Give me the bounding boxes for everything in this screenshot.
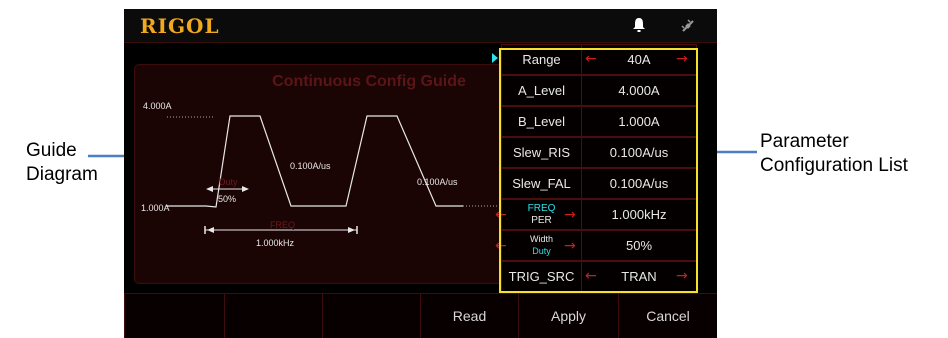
- annotation-line: Parameter: [760, 131, 849, 152]
- duty-value-label: 50%: [218, 194, 236, 204]
- freq-value-label: 1.000kHz: [256, 238, 295, 248]
- param-value[interactable]: 1.000A: [581, 106, 697, 137]
- param-name: Range: [501, 44, 581, 75]
- softkey-bar: Read Apply Cancel: [124, 293, 717, 338]
- apply-button[interactable]: Apply: [518, 293, 618, 338]
- softkey-1[interactable]: [124, 293, 224, 338]
- param-value[interactable]: 0.100A/us: [581, 168, 697, 199]
- param-row-slew-ris[interactable]: Slew_RIS 0.100A/us: [501, 137, 697, 168]
- param-row-trig-src[interactable]: TRIG_SRC TRAN ← →: [501, 261, 697, 292]
- param-name: Slew_FAL: [501, 168, 581, 199]
- arrow-right-icon[interactable]: →: [676, 52, 688, 66]
- param-name: Slew_RIS: [501, 137, 581, 168]
- top-status-bar: RIGOL: [124, 9, 717, 43]
- arrow-left-icon[interactable]: ←: [495, 208, 507, 222]
- plug-icon: [681, 19, 694, 32]
- read-button[interactable]: Read: [420, 293, 518, 338]
- param-row-width-duty[interactable]: Width Duty 50% ← →: [495, 230, 697, 261]
- param-row-slew-fal[interactable]: Slew_FAL 0.100A/us: [501, 168, 697, 199]
- cancel-button[interactable]: Cancel: [618, 293, 717, 338]
- param-name: A_Level: [501, 75, 581, 106]
- arrow-right-icon[interactable]: →: [564, 208, 576, 222]
- duty-caption: Duty: [219, 177, 238, 187]
- arrow-left-icon[interactable]: ←: [495, 239, 507, 253]
- brand-logo: RIGOL: [140, 14, 220, 38]
- instrument-screen: RIGOL Continuous Config Guide 4.000A 1.0…: [124, 9, 717, 338]
- freq-caption: FREQ: [270, 220, 295, 230]
- param-row-freq-per[interactable]: FREQ PER 1.000kHz ← →: [495, 199, 697, 230]
- param-row-range[interactable]: Range 40A ← →: [501, 44, 697, 75]
- param-value[interactable]: 1.000kHz: [581, 199, 697, 230]
- param-name: TRIG_SRC: [501, 261, 581, 292]
- annotation-parameter-list: Parameter Configuration List: [760, 130, 908, 178]
- param-value[interactable]: 4.000A: [581, 75, 697, 106]
- selection-cursor-icon: [492, 53, 498, 63]
- bell-icon[interactable]: [632, 17, 646, 33]
- level-low-label: 1.000A: [141, 203, 170, 213]
- arrow-left-icon[interactable]: ←: [585, 269, 597, 283]
- slew-fall-label: 0.100A/us: [417, 177, 458, 187]
- param-name: B_Level: [501, 106, 581, 137]
- parameter-list: Range 40A ← → A_Level 4.000A B_Level 1.0…: [492, 44, 697, 292]
- level-high-label: 4.000A: [143, 101, 172, 111]
- arrow-right-icon[interactable]: →: [564, 239, 576, 253]
- annotation-line: Configuration List: [760, 155, 908, 176]
- arrow-right-icon[interactable]: →: [676, 269, 688, 283]
- softkey-3[interactable]: [322, 293, 420, 338]
- param-row-b-level[interactable]: B_Level 1.000A: [501, 106, 697, 137]
- param-value[interactable]: 0.100A/us: [581, 137, 697, 168]
- param-row-a-level[interactable]: A_Level 4.000A: [501, 75, 697, 106]
- slew-rise-label: 0.100A/us: [290, 161, 331, 171]
- arrow-left-icon[interactable]: ←: [585, 52, 597, 66]
- param-value[interactable]: 50%: [581, 230, 697, 261]
- softkey-2[interactable]: [224, 293, 322, 338]
